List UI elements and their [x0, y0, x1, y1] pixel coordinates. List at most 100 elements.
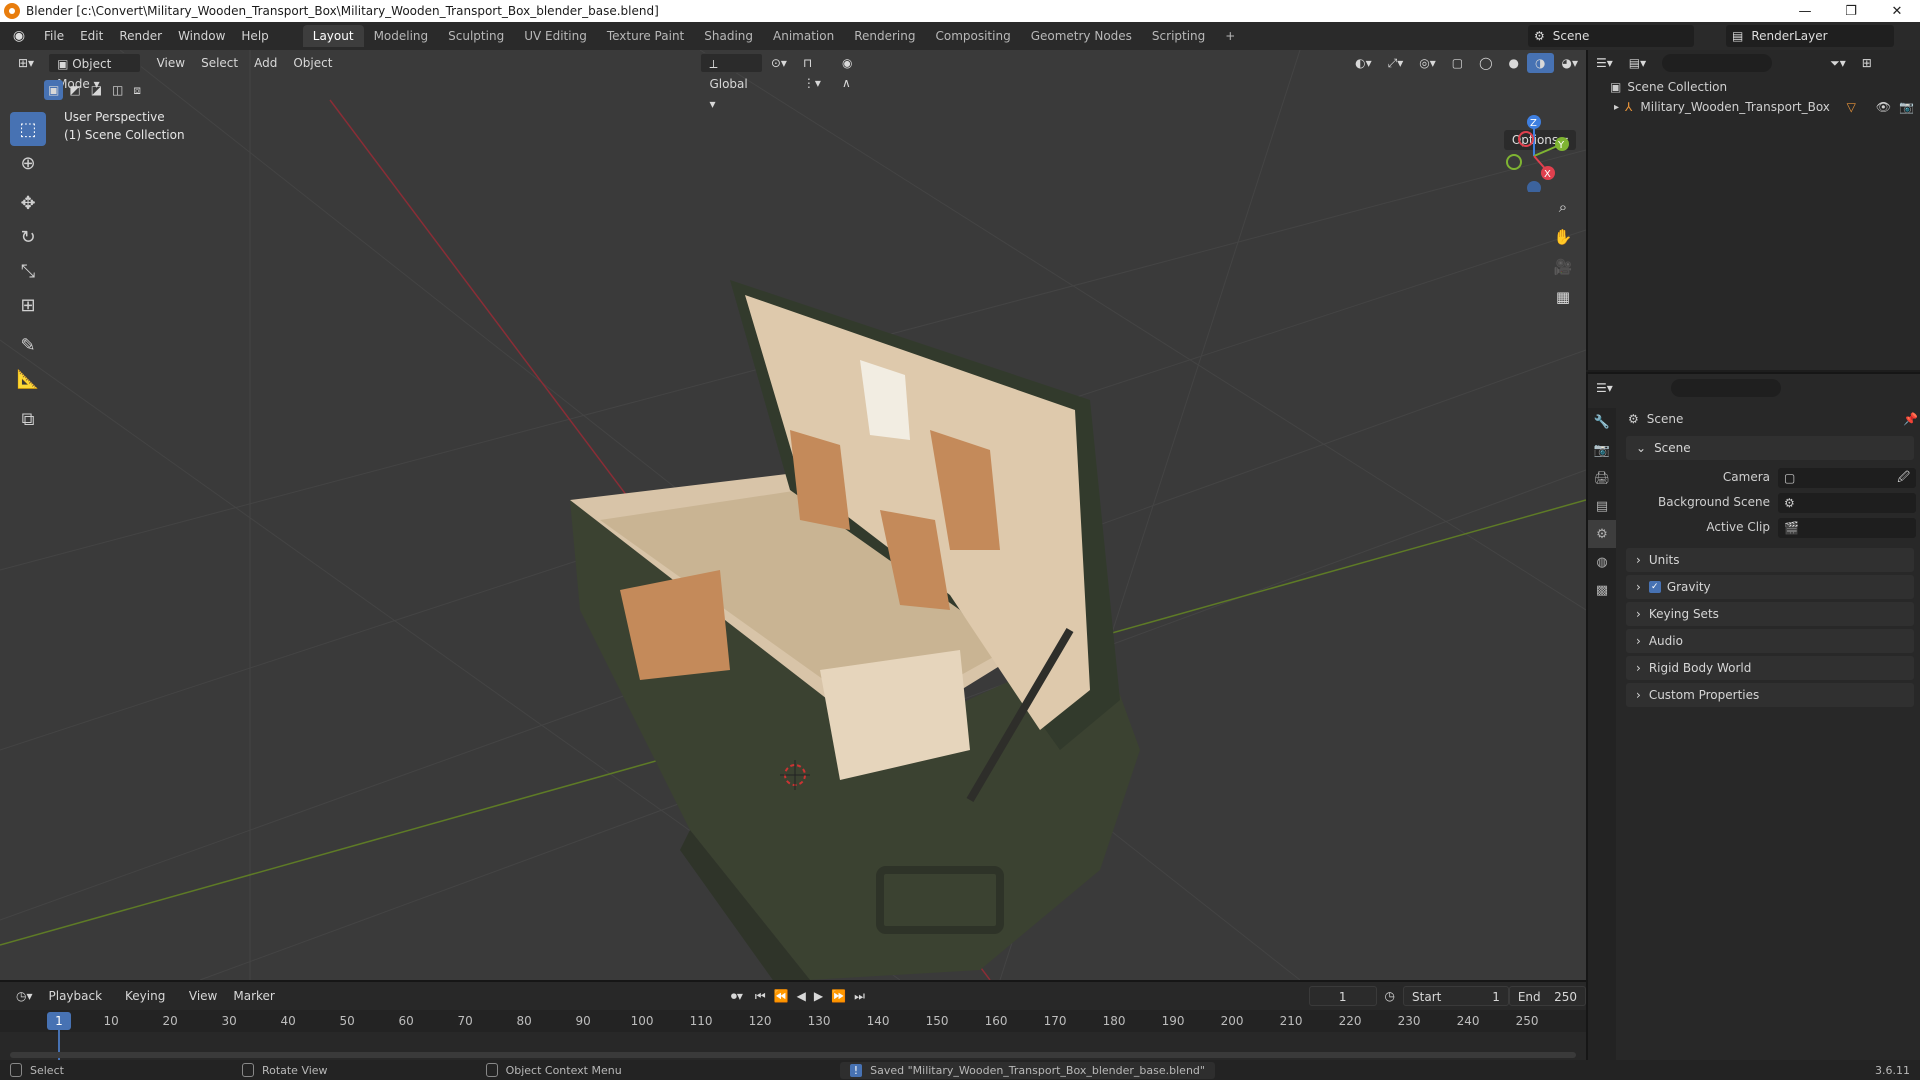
play-icon[interactable]: ▶	[810, 986, 827, 1006]
menu-timeline-view[interactable]: View	[181, 986, 225, 1006]
tab-scripting[interactable]: Scripting	[1142, 25, 1215, 47]
3d-viewport[interactable]: ⊞▾ ▣ Object Mode ▾ View Select Add Objec…	[0, 50, 1586, 980]
eyedropper-icon[interactable]: 🖉	[1897, 468, 1910, 489]
playhead-indicator[interactable]: 1	[47, 1012, 71, 1030]
active-clip-field[interactable]: 🎬	[1778, 518, 1916, 538]
tab-sculpting[interactable]: Sculpting	[438, 25, 514, 47]
camera-view-icon[interactable]: 🎥	[1550, 254, 1576, 280]
wireframe-shading-icon[interactable]: ◯	[1471, 53, 1500, 73]
crate-model[interactable]	[570, 280, 1140, 980]
select-new-icon[interactable]: ▣	[44, 80, 64, 100]
menu-edit[interactable]: Edit	[72, 22, 111, 50]
select-invert-icon[interactable]: ◫	[108, 80, 127, 100]
menu-help[interactable]: Help	[233, 22, 276, 50]
properties-editor-type-icon[interactable]: ☰▾	[1588, 378, 1621, 398]
proportional-edit-icon[interactable]: ◉ ∧	[834, 53, 867, 90]
ortho-toggle-icon[interactable]: ▦	[1550, 284, 1576, 310]
panel-keying-sets[interactable]: › Keying Sets	[1626, 602, 1914, 626]
end-frame-field[interactable]: End 250	[1508, 986, 1587, 1006]
outliner-item[interactable]: ▸ ⅄ Military_Wooden_Transport_Box ▽ 👁 📷	[1614, 100, 1914, 114]
tab-rendering[interactable]: Rendering	[844, 25, 925, 47]
visibility-filter-icon[interactable]: ◐▾	[1347, 53, 1380, 73]
scene-selector[interactable]: ⚙ Scene	[1528, 25, 1694, 47]
prev-keyframe-icon[interactable]: ⏪	[770, 986, 793, 1006]
navigation-gizmo[interactable]: Z Y X	[1490, 112, 1570, 192]
menu-window[interactable]: Window	[170, 22, 233, 50]
overlay-toggle-icon[interactable]: ◎▾	[1411, 53, 1444, 73]
record-icon[interactable]: ⏺▾	[723, 986, 751, 1006]
preview-range-icon[interactable]: ◷	[1377, 986, 1403, 1006]
pan-view-icon[interactable]: ✋	[1550, 224, 1576, 250]
select-extend-icon[interactable]: ◩	[65, 80, 84, 100]
timeline-editor-type-icon[interactable]: ◷▾	[8, 986, 41, 1006]
pivot-point-icon[interactable]: ⊙▾	[763, 53, 795, 73]
background-scene-field[interactable]: ⚙	[1778, 493, 1916, 513]
outliner-editor-type-icon[interactable]: ☰▾	[1588, 53, 1621, 73]
pin-icon[interactable]: 📌	[1903, 412, 1918, 426]
start-frame-field[interactable]: Start 1	[1403, 986, 1509, 1006]
jump-start-icon[interactable]: ⏮	[751, 986, 770, 1006]
world-tab-icon[interactable]: ◍	[1588, 548, 1616, 576]
menu-render[interactable]: Render	[111, 22, 170, 50]
maximize-button[interactable]: ❐	[1828, 0, 1874, 22]
mode-dropdown[interactable]: ▣ Object Mode ▾	[48, 53, 141, 91]
rendered-shading-icon[interactable]: ◕▾	[1554, 53, 1587, 73]
add-workspace-button[interactable]: +	[1215, 25, 1245, 47]
menu-view[interactable]: View	[149, 53, 193, 73]
move-tool-icon[interactable]: ✥	[10, 186, 46, 220]
menu-add[interactable]: Add	[246, 53, 285, 73]
play-reverse-icon[interactable]: ◀	[793, 986, 810, 1006]
view-layer-selector[interactable]: ▤ RenderLayer	[1726, 25, 1894, 47]
add-cube-tool-icon[interactable]: ⧉	[10, 402, 46, 436]
new-collection-icon[interactable]: ⊞	[1854, 53, 1880, 73]
select-box-tool-icon[interactable]: ⬚	[10, 112, 46, 146]
expand-arrow-icon[interactable]: ▸	[1614, 102, 1619, 113]
frame-ruler[interactable]: 10 20 30 40 50 60 70 80 90 100 110 120 130 140 150 160 1…	[0, 1010, 1586, 1032]
tab-modeling[interactable]: Modeling	[364, 25, 439, 47]
panel-rigid-body-world[interactable]: › Rigid Body World	[1626, 656, 1914, 680]
gravity-checkbox[interactable]: ✓	[1648, 581, 1661, 593]
render-tab-icon[interactable]: 📷	[1588, 436, 1616, 464]
solid-shading-icon[interactable]: ●	[1501, 53, 1527, 73]
tab-shading[interactable]: Shading	[694, 25, 763, 47]
measure-tool-icon[interactable]: 📐	[10, 362, 46, 396]
xray-toggle-icon[interactable]: ▢	[1444, 53, 1471, 73]
filter-icon[interactable]: ⏷▾	[1822, 53, 1854, 73]
menu-marker[interactable]: Marker	[225, 986, 282, 1006]
render-camera-icon[interactable]: 📷	[1899, 100, 1914, 114]
annotate-tool-icon[interactable]: ✎	[10, 328, 46, 362]
tab-animation[interactable]: Animation	[763, 25, 844, 47]
tool-tab-icon[interactable]: 🔧	[1588, 408, 1616, 436]
gizmo-toggle-icon[interactable]: ⤢▾	[1380, 53, 1412, 73]
tab-texture-paint[interactable]: Texture Paint	[597, 25, 694, 47]
menu-playback[interactable]: Playback ▾	[41, 986, 118, 1023]
panel-gravity[interactable]: › ✓ Gravity	[1626, 575, 1914, 599]
scene-collection-row[interactable]: ▣ Scene Collection	[1610, 80, 1727, 94]
transform-orientation-dropdown[interactable]: ⟂ Global ▾	[700, 53, 763, 111]
close-button[interactable]: ✕	[1874, 0, 1920, 22]
snap-icon[interactable]: ⊓ ⋮▾	[795, 53, 834, 90]
tab-compositing[interactable]: Compositing	[925, 25, 1020, 47]
scale-tool-icon[interactable]: ⤡	[10, 254, 46, 288]
next-keyframe-icon[interactable]: ⏩	[827, 986, 850, 1006]
tab-geometry-nodes[interactable]: Geometry Nodes	[1021, 25, 1142, 47]
editor-type-button[interactable]: ⊞▾	[10, 53, 42, 73]
jump-end-icon[interactable]: ⏭	[850, 986, 869, 1006]
menu-keying[interactable]: Keying ▾	[117, 986, 181, 1023]
zoom-view-icon[interactable]: ⌕	[1550, 194, 1576, 220]
menu-file[interactable]: File	[36, 22, 72, 50]
timeline-scrollbar[interactable]	[10, 1052, 1576, 1058]
cursor-tool-icon[interactable]: ⊕	[10, 146, 46, 180]
menu-object[interactable]: Object	[285, 53, 340, 73]
visibility-eye-icon[interactable]: 👁	[1876, 100, 1891, 114]
scene-section-header[interactable]: ⌄ Scene	[1626, 436, 1914, 460]
blender-menu-icon[interactable]: ◉	[10, 27, 28, 45]
select-subtract-icon[interactable]: ◪	[87, 80, 106, 100]
minimize-button[interactable]: —	[1782, 0, 1828, 22]
rotate-tool-icon[interactable]: ↻	[10, 220, 46, 254]
mesh-data-icon[interactable]: ▽	[1847, 100, 1856, 114]
tab-layout[interactable]: Layout	[302, 25, 364, 47]
panel-units[interactable]: › Units	[1626, 548, 1914, 572]
display-mode-icon[interactable]: ▤▾	[1621, 53, 1654, 73]
current-frame-field[interactable]: 1	[1308, 986, 1377, 1006]
